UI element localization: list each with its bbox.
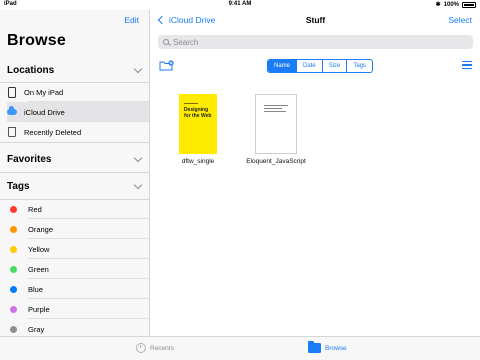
chevron-down-icon[interactable] bbox=[133, 64, 143, 73]
tag-dot-icon bbox=[10, 305, 17, 313]
locations-heading: Locations bbox=[7, 64, 55, 76]
tab-browse[interactable]: Browse bbox=[308, 341, 347, 353]
divider bbox=[0, 142, 149, 143]
tag-item-gray[interactable]: Gray bbox=[10, 319, 149, 336]
cover-title: Designing for the Web bbox=[184, 107, 212, 119]
bluetooth-icon: ✱ bbox=[435, 2, 441, 8]
chevron-down-icon[interactable] bbox=[133, 180, 143, 189]
sort-option-date[interactable]: Date bbox=[296, 60, 322, 72]
sort-option-size[interactable]: Size bbox=[321, 60, 347, 72]
tag-label: Blue bbox=[28, 284, 44, 294]
tag-label: Orange bbox=[28, 224, 54, 234]
tag-item-yellow[interactable]: Yellow bbox=[10, 239, 149, 259]
tag-label: Red bbox=[28, 204, 42, 214]
book-cover-thumbnail: Designing for the Web bbox=[179, 94, 217, 154]
clock-icon bbox=[136, 343, 146, 353]
battery-icon bbox=[462, 1, 476, 8]
tag-dot-icon bbox=[10, 205, 17, 213]
tag-item-blue[interactable]: Blue bbox=[10, 279, 149, 299]
sidebar-item-icloud-drive[interactable]: iCloud Drive bbox=[7, 102, 149, 122]
tag-item-purple[interactable]: Purple bbox=[10, 299, 149, 319]
chevron-down-icon[interactable] bbox=[133, 153, 143, 162]
tag-dot-icon bbox=[10, 265, 17, 273]
tab-bar: Recents Browse bbox=[0, 336, 480, 360]
tag-label: Gray bbox=[28, 324, 45, 334]
icloud-icon bbox=[7, 106, 17, 118]
search-placeholder: Search bbox=[173, 37, 199, 47]
sort-option-tags[interactable]: Tags bbox=[346, 60, 372, 72]
tag-item-orange[interactable]: Orange bbox=[10, 219, 149, 239]
favorites-heading: Favorites bbox=[7, 153, 52, 165]
sort-segmented-control: Name Date Size Tags bbox=[267, 59, 374, 73]
list-view-icon[interactable] bbox=[462, 61, 472, 69]
status-time: 9:41 AM bbox=[228, 1, 252, 7]
divider bbox=[0, 172, 149, 173]
document-thumbnail bbox=[255, 94, 297, 154]
trash-icon bbox=[7, 126, 17, 138]
tag-item-red[interactable]: Red bbox=[10, 199, 149, 219]
search-field[interactable]: Search bbox=[158, 35, 473, 49]
tag-dot-icon bbox=[10, 285, 17, 293]
favorites-header[interactable]: Favorites bbox=[7, 151, 143, 167]
new-folder-icon[interactable] bbox=[159, 60, 174, 71]
sidebar-item-label: Recently Deleted bbox=[24, 127, 82, 137]
status-right: ✱ 100% bbox=[436, 1, 476, 8]
sidebar-item-label: iCloud Drive bbox=[24, 107, 65, 117]
tag-dot-icon bbox=[10, 225, 17, 233]
ipad-icon bbox=[7, 86, 17, 98]
status-bar: iPad 9:41 AM ✱ 100% bbox=[0, 0, 480, 10]
sidebar-title: Browse bbox=[7, 32, 66, 49]
tags-heading: Tags bbox=[7, 180, 30, 192]
tab-label: Browse bbox=[325, 344, 347, 352]
search-icon bbox=[163, 39, 169, 45]
edit-button[interactable]: Edit bbox=[124, 15, 139, 25]
file-name: dftw_single bbox=[181, 158, 215, 165]
file-name: Eloquent_JavaScript bbox=[246, 158, 306, 165]
folder-icon bbox=[308, 341, 321, 353]
locations-header[interactable]: Locations bbox=[7, 62, 143, 78]
main-pane: iCloud Drive Stuff Select Search Name Da… bbox=[151, 10, 480, 336]
tags-header[interactable]: Tags bbox=[7, 178, 143, 194]
tag-label: Green bbox=[28, 264, 49, 274]
sidebar: Edit Browse Locations On My iPad iCloud … bbox=[0, 10, 150, 336]
tag-dot-icon bbox=[10, 325, 17, 333]
tag-label: Purple bbox=[28, 304, 50, 314]
sidebar-item-recently-deleted[interactable]: Recently Deleted bbox=[7, 122, 149, 142]
battery-percent: 100% bbox=[443, 1, 459, 8]
tag-label: Yellow bbox=[28, 244, 50, 254]
sort-option-name[interactable]: Name bbox=[268, 60, 297, 72]
select-button[interactable]: Select bbox=[448, 15, 472, 25]
file-item-dftw-single[interactable]: Designing for the Web dftw_single bbox=[158, 94, 238, 165]
sidebar-item-label: On My iPad bbox=[24, 87, 64, 97]
sidebar-item-on-my-ipad[interactable]: On My iPad bbox=[7, 82, 149, 102]
tag-item-green[interactable]: Green bbox=[10, 259, 149, 279]
tag-dot-icon bbox=[10, 245, 17, 253]
file-item-eloquent-javascript[interactable]: Eloquent_JavaScript bbox=[236, 94, 316, 165]
tab-recents[interactable]: Recents bbox=[136, 343, 174, 353]
tab-label: Recents bbox=[150, 344, 174, 352]
folder-title: Stuff bbox=[305, 15, 326, 25]
